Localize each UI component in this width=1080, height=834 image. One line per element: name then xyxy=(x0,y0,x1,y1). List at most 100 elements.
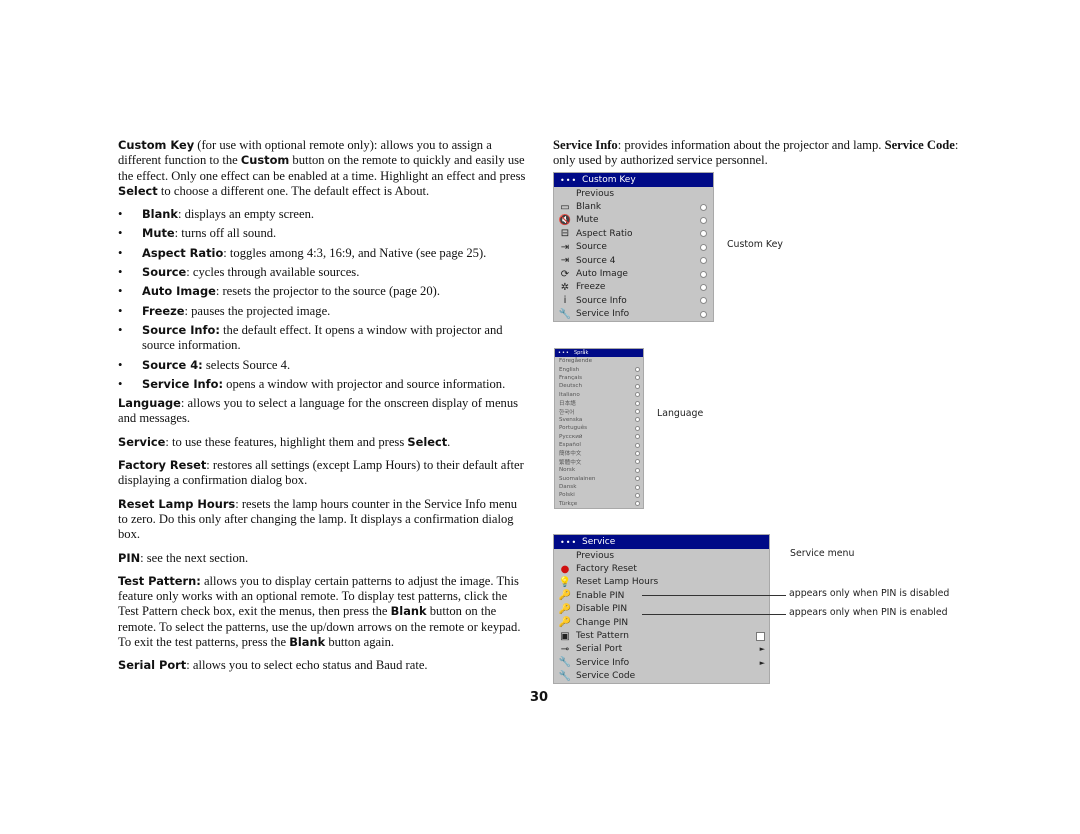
aspect-ratio-icon: ⊟ xyxy=(560,228,570,240)
radio-button[interactable] xyxy=(700,216,707,224)
reset-lamp-hours-paragraph: Reset Lamp Hours: resets the lamp hours … xyxy=(118,496,518,542)
bullet-text: : toggles among 4:3, 16:9, and Native (s… xyxy=(223,245,487,260)
radio-button[interactable] xyxy=(635,442,640,448)
menu-item-reset-lamp-hours[interactable]: 💡 Reset Lamp Hours xyxy=(554,576,769,589)
menu-item-previous[interactable]: Previous xyxy=(554,187,713,200)
language-item-label: Norsk xyxy=(559,467,576,474)
language-item[interactable]: Русский xyxy=(555,433,643,441)
blank-icon: ▭ xyxy=(560,201,570,213)
language-item-label: Suomalainen xyxy=(559,475,596,482)
menu-item-test-pattern[interactable]: ▣ Test Pattern xyxy=(554,629,769,642)
language-item-label: 日本語 xyxy=(559,401,576,408)
radio-button[interactable] xyxy=(635,383,640,389)
language-item-label: Português xyxy=(559,425,588,432)
language-menu: ••• Språk Föregående English Français Deuts… xyxy=(554,348,644,510)
language-item[interactable]: Português xyxy=(555,424,643,432)
source-info-icon: i xyxy=(563,295,567,307)
radio-button[interactable] xyxy=(635,501,640,507)
radio-button[interactable] xyxy=(700,243,707,251)
menu-item-source[interactable]: ⇥ Source xyxy=(554,241,713,254)
custom-key-paragraph: Custom Key (for use with optional remote… xyxy=(118,138,526,198)
menu-item-service-code[interactable]: 🔧 Service Code xyxy=(554,670,769,683)
language-item[interactable]: Svenska xyxy=(555,416,643,424)
radio-button[interactable] xyxy=(635,425,640,431)
radio-button[interactable] xyxy=(635,484,640,490)
menu-item-change-pin[interactable]: 🔑 Change PIN xyxy=(554,616,769,629)
language-item[interactable]: Polski xyxy=(555,491,643,499)
menu-item-label: Freeze xyxy=(576,282,606,293)
language-item[interactable]: Föregående xyxy=(555,357,643,365)
disable-pin-icon: 🔑 xyxy=(558,603,572,615)
language-item-label: 簡体中文 xyxy=(559,451,582,458)
radio-button[interactable] xyxy=(635,450,640,456)
language-item[interactable]: English xyxy=(555,365,643,373)
bullet-term: Source Info: xyxy=(142,322,220,337)
radio-button[interactable] xyxy=(635,367,640,373)
bullet-icon: • xyxy=(118,226,123,241)
menu-item-aspect-ratio[interactable]: ⊟ Aspect Ratio xyxy=(554,227,713,240)
language-item[interactable]: Deutsch xyxy=(555,382,643,390)
pin-paragraph: PIN: see the next section. xyxy=(118,550,249,565)
radio-button[interactable] xyxy=(700,257,707,265)
radio-button[interactable] xyxy=(700,203,707,211)
radio-button[interactable] xyxy=(700,230,707,238)
language-item[interactable]: 繁體中文 xyxy=(555,458,643,466)
bullet-term: Mute xyxy=(142,226,175,241)
menu-item-auto-image[interactable]: ⟳ Auto Image xyxy=(554,267,713,280)
radio-button[interactable] xyxy=(700,270,707,278)
bullet-text: : resets the projector to the source (pa… xyxy=(215,284,440,299)
bullet-item: • Source Info: the default effect. It ope… xyxy=(118,323,530,354)
language-item[interactable]: Italiano xyxy=(555,391,643,399)
radio-button[interactable] xyxy=(635,417,640,423)
language-item[interactable]: Français xyxy=(555,374,643,382)
test-pattern-checkbox[interactable] xyxy=(756,631,765,641)
menu-item-label: Auto Image xyxy=(576,269,628,280)
bullet-icon: • xyxy=(118,245,123,260)
bullet-item: • Source 4: selects Source 4. xyxy=(118,358,530,373)
radio-button[interactable] xyxy=(635,459,640,465)
menu-item-service-info[interactable]: 🔧 Service Info xyxy=(554,308,713,321)
serial-port-icon: ⊸ xyxy=(560,643,570,655)
menu-item-blank[interactable]: ▭ Blank xyxy=(554,200,713,213)
radio-button[interactable] xyxy=(635,392,640,398)
factory-reset-icon: ● xyxy=(560,563,570,575)
language-item-label: Español xyxy=(559,442,581,449)
radio-button[interactable] xyxy=(635,409,640,415)
menu-item-previous[interactable]: Previous xyxy=(554,549,769,562)
disable-pin-leader-line xyxy=(642,614,786,615)
radio-button[interactable] xyxy=(700,297,707,305)
language-item[interactable]: Norsk xyxy=(555,466,643,474)
radio-button[interactable] xyxy=(635,434,640,440)
menu-item-factory-reset[interactable]: ● Factory Reset xyxy=(554,562,769,575)
radio-button[interactable] xyxy=(635,400,640,406)
mute-icon: 🔇 xyxy=(558,214,572,226)
reset-lamp-hours-icon: 💡 xyxy=(558,576,572,588)
language-item[interactable]: 日本語 xyxy=(555,399,643,407)
menu-item-service-info[interactable]: 🔧 Service Info ► xyxy=(554,656,769,669)
submenu-arrow-icon: ► xyxy=(759,645,765,654)
language-item[interactable]: Dansk xyxy=(555,483,643,491)
bullet-icon: • xyxy=(118,303,123,318)
menu-item-serial-port[interactable]: ⊸ Serial Port ► xyxy=(554,643,769,656)
radio-button[interactable] xyxy=(700,310,707,318)
language-item[interactable]: 簡体中文 xyxy=(555,449,643,457)
bullet-item: • Blank: displays an empty screen. xyxy=(118,207,530,222)
language-item[interactable]: Türkçe xyxy=(555,500,643,508)
menu-item-source-info[interactable]: i Source Info xyxy=(554,294,713,307)
bullet-text: : cycles through available sources. xyxy=(186,265,360,280)
radio-button[interactable] xyxy=(635,375,640,381)
radio-button[interactable] xyxy=(635,467,640,473)
language-item[interactable]: Suomalainen xyxy=(555,474,643,482)
radio-button[interactable] xyxy=(700,283,707,291)
menu-item-label: Service Info xyxy=(576,309,630,320)
language-item[interactable]: 한국어 xyxy=(555,407,643,416)
language-item-label: Türkçe xyxy=(559,500,578,507)
language-item[interactable]: Español xyxy=(555,441,643,449)
radio-button[interactable] xyxy=(635,492,640,498)
radio-button[interactable] xyxy=(635,476,640,482)
bullet-icon: • xyxy=(118,376,123,391)
menu-item-source-4[interactable]: ⇥ Source 4 xyxy=(554,254,713,267)
menu-item-mute[interactable]: 🔇 Mute xyxy=(554,214,713,227)
menu-item-freeze[interactable]: ✲ Freeze xyxy=(554,281,713,294)
right-column-intro: Service Info: provides information about… xyxy=(553,138,963,169)
